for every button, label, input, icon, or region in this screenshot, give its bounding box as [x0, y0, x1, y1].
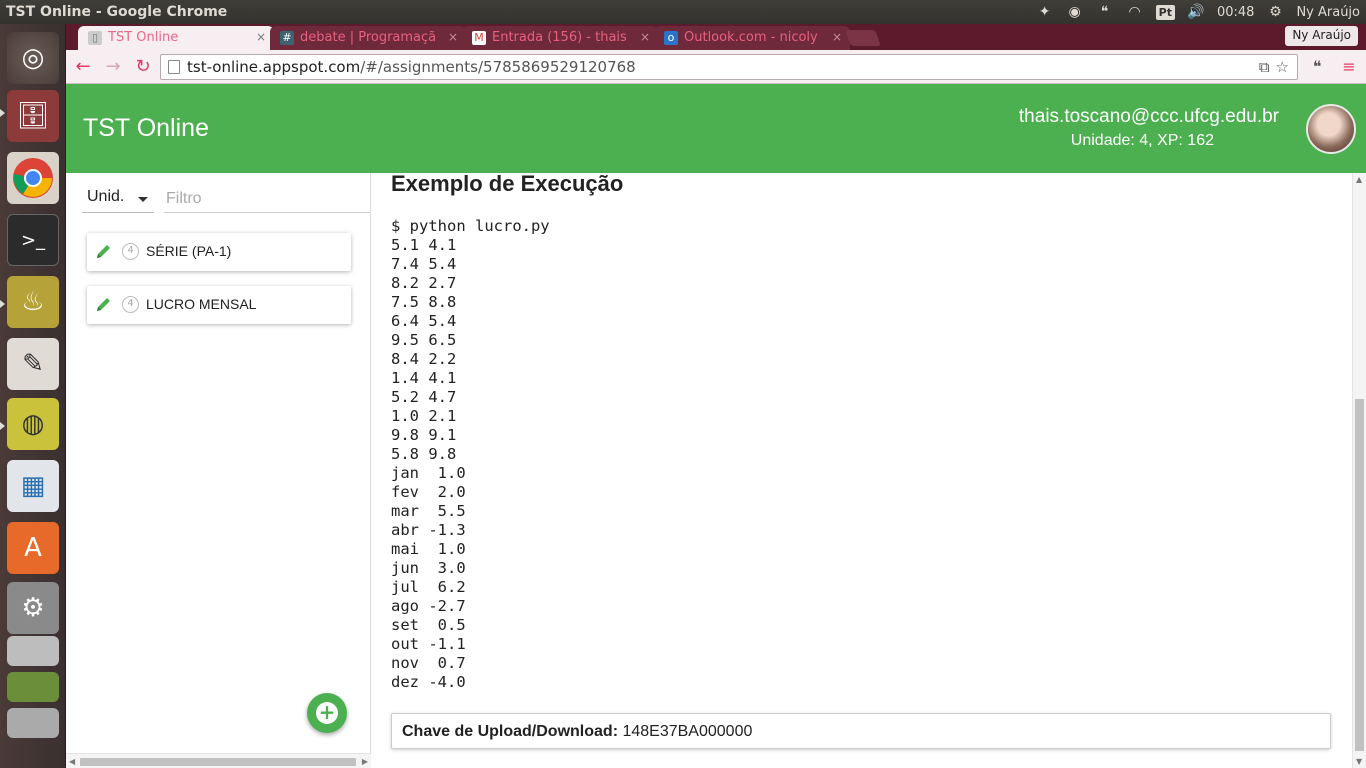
browser-window: ▯ TST Online × # debate | Programaçã × M… — [66, 24, 1366, 768]
close-icon[interactable]: × — [640, 30, 650, 44]
trash-icon[interactable] — [7, 708, 59, 738]
assignment-card[interactable]: 4 LUCRO MENSAL — [87, 286, 351, 324]
impress-icon[interactable]: ▦ — [7, 460, 59, 512]
reload-button[interactable]: ↻ — [132, 56, 154, 78]
launcher: ◎ 🗄 >_ ♨ ✎ ◍ ▦ A ⚙ — [0, 24, 66, 768]
launcher-pip — [0, 109, 5, 117]
assignments-sidebar: Unid. 4 SÉRIE (PA-1) 4 LUCRO MENSAL + ◀ — [66, 173, 371, 768]
filter-input[interactable] — [164, 185, 370, 213]
omnibox-actions: ⧉ ☆ — [1259, 58, 1289, 76]
scroll-down-arrow[interactable]: ▼ — [1356, 757, 1362, 766]
translate-icon[interactable]: ⧉ — [1259, 58, 1270, 76]
scroll-right-arrow[interactable]: ▶ — [362, 757, 368, 766]
section-heading: Exemplo de Execução — [391, 171, 624, 196]
window-title: TST Online - Google Chrome — [6, 4, 228, 20]
app-brand[interactable]: TST Online — [83, 114, 209, 143]
star-icon[interactable]: ☆ — [1276, 58, 1289, 76]
launcher-pip — [0, 422, 5, 430]
tab-debate[interactable]: # debate | Programaçã × — [270, 26, 466, 50]
session-user[interactable]: Ny Araújo — [1296, 5, 1360, 20]
files-icon[interactable]: 🗄 — [7, 90, 59, 142]
launcher-pip — [0, 300, 5, 308]
gear-icon[interactable]: ⚙ — [1266, 3, 1284, 21]
url-host: tst-online.appspot.com — [187, 58, 361, 76]
drive-icon[interactable] — [7, 636, 59, 666]
pencil-icon — [97, 298, 110, 311]
filter-row: Unid. — [82, 185, 370, 213]
close-icon[interactable]: × — [256, 30, 266, 44]
teapot-icon[interactable]: ♨ — [7, 276, 59, 328]
assignment-title: LUCRO MENSAL — [146, 296, 257, 312]
profile-badge[interactable]: Ny Araújo — [1285, 26, 1358, 46]
unit-badge: 4 — [122, 243, 139, 260]
scrollbar-thumb[interactable] — [1355, 399, 1364, 751]
forward-button[interactable]: → — [102, 56, 124, 78]
upload-key-value[interactable]: 148E37BA000000 — [622, 723, 752, 740]
unit-select[interactable]: Unid. — [82, 185, 154, 213]
tab-outlook[interactable]: o Outlook.com - nicoly × — [654, 26, 850, 50]
top-panel: TST Online - Google Chrome ✦ ◉ ❝ ◠ Pt 🔊 … — [0, 0, 1366, 24]
tab-tst-online[interactable]: ▯ TST Online × — [78, 26, 274, 50]
tab-strip: ▯ TST Online × # debate | Programaçã × M… — [66, 24, 1366, 50]
assignment-title: SÉRIE (PA-1) — [146, 243, 232, 259]
system-settings-icon[interactable]: ⚙ — [7, 582, 59, 634]
execution-example: $ python lucro.py 5.1 4.1 7.4 5.4 8.2 2.… — [391, 217, 550, 691]
scrollbar-thumb[interactable] — [80, 758, 356, 766]
page-icon — [168, 60, 180, 74]
software-center-icon[interactable]: A — [7, 522, 59, 574]
hangouts-icon[interactable]: ❝ — [1306, 56, 1328, 78]
chat-icon[interactable]: ❝ — [1096, 3, 1114, 21]
browser-toolbar: ← → ↻ tst-online.appspot.com/#/assignmen… — [66, 50, 1366, 84]
chrome-tray-icon[interactable]: ◉ — [1066, 3, 1084, 21]
web-page: TST Online thais.toscano@ccc.ufcg.edu.br… — [66, 84, 1366, 768]
text-editor-icon[interactable]: ✎ — [7, 338, 59, 390]
chevron-down-icon — [138, 197, 148, 202]
wifi-icon[interactable]: ◠ — [1126, 3, 1144, 21]
url-path: /#/assignments/5785869529120768 — [360, 58, 636, 76]
keyboard-layout-indicator[interactable]: Pt — [1155, 4, 1175, 20]
new-tab-button[interactable] — [845, 30, 881, 46]
plus-icon: + — [316, 702, 338, 724]
close-icon[interactable]: × — [832, 30, 842, 44]
ubuntu-dash-icon[interactable]: ◎ — [7, 32, 59, 84]
assignment-card[interactable]: 4 SÉRIE (PA-1) — [87, 233, 351, 271]
scroll-up-arrow[interactable]: ▲ — [1356, 175, 1362, 184]
close-icon[interactable]: × — [448, 30, 458, 44]
tab-label: Entrada (156) - thais — [492, 30, 627, 45]
menu-icon[interactable]: ≡ — [1338, 56, 1360, 78]
gmail-icon: M — [472, 31, 486, 45]
user-email: thais.toscano@ccc.ufcg.edu.br — [1018, 106, 1279, 127]
unit-select-value: Unid. — [87, 188, 125, 205]
music-player-icon[interactable]: ◍ — [7, 398, 59, 450]
clock[interactable]: 00:48 — [1217, 5, 1254, 20]
horizontal-scrollbar[interactable]: ◀ ▶ — [66, 753, 371, 768]
tab-label: Outlook.com - nicoly — [684, 30, 818, 45]
page-icon: ▯ — [88, 31, 102, 45]
system-tray: ✦ ◉ ❝ ◠ Pt 🔊 00:48 ⚙ Ny Araújo — [1036, 0, 1360, 24]
upload-key-label: Chave de Upload/Download: — [402, 723, 619, 740]
chrome-icon[interactable] — [7, 152, 59, 204]
volume-icon[interactable]: 🔊 — [1187, 3, 1205, 21]
app-header: TST Online thais.toscano@ccc.ufcg.edu.br… — [66, 84, 1366, 173]
tab-label: debate | Programaçã — [300, 30, 437, 45]
user-stats: Unidade: 4, XP: 162 — [1070, 132, 1214, 149]
upload-key-box: Chave de Upload/Download: 148E37BA000000 — [391, 713, 1331, 749]
outlook-icon: o — [664, 31, 678, 45]
pencil-icon — [97, 245, 110, 258]
scroll-left-arrow[interactable]: ◀ — [69, 757, 75, 766]
launcher-stack-icon[interactable] — [7, 672, 59, 702]
add-button[interactable]: + — [307, 693, 347, 733]
avatar[interactable] — [1306, 104, 1356, 154]
dropbox-icon[interactable]: ✦ — [1036, 3, 1054, 21]
terminal-icon[interactable]: >_ — [7, 214, 59, 266]
back-button[interactable]: ← — [72, 56, 94, 78]
address-bar[interactable]: tst-online.appspot.com/#/assignments/578… — [160, 54, 1298, 80]
unit-badge: 4 — [122, 296, 139, 313]
tab-label: TST Online — [108, 30, 179, 45]
vertical-scrollbar[interactable]: ▲ ▼ — [1352, 173, 1366, 768]
assignment-content: Exemplo de Execução $ python lucro.py 5.… — [372, 171, 1352, 768]
hash-icon: # — [280, 31, 294, 45]
tab-gmail[interactable]: M Entrada (156) - thais × — [462, 26, 658, 50]
